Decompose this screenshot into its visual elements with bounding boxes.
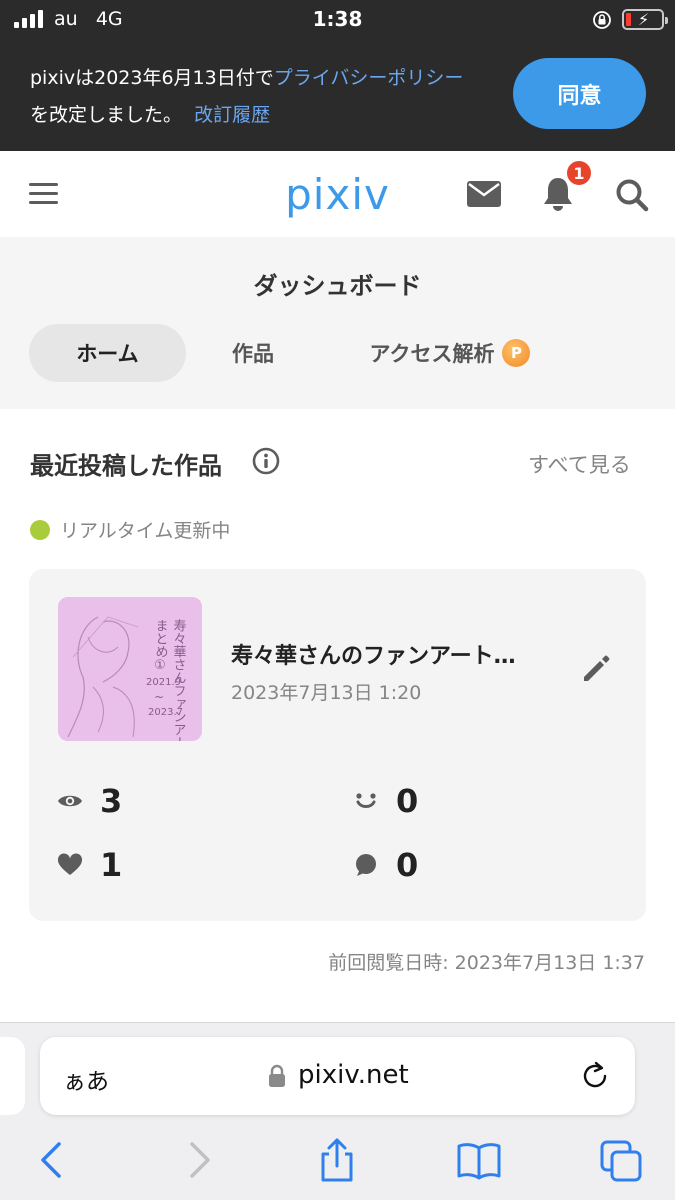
thumbnail-caption-5: 2023.7	[148, 707, 183, 718]
share-icon[interactable]	[315, 1138, 359, 1182]
back-chevron-icon[interactable]	[31, 1138, 75, 1182]
dashboard-section	[0, 237, 675, 409]
smile-icon	[356, 793, 376, 808]
comment-bubble-icon	[356, 854, 376, 876]
likes-stat: 1	[57, 846, 122, 884]
thumbnail-caption-4: ~	[154, 690, 164, 704]
eye-icon	[58, 795, 82, 807]
heart-icon	[57, 853, 83, 875]
agree-button[interactable]: 同意	[513, 58, 646, 129]
realtime-indicator: リアルタイム更新中	[30, 516, 230, 543]
realtime-dot-icon	[30, 519, 50, 540]
thumbnail-sketch: 寿々華さんファンアート まとめ① 2021.9 ~ 2023.7	[58, 597, 202, 741]
work-thumbnail[interactable]: 寿々華さんファンアート まとめ① 2021.9 ~ 2023.7	[58, 597, 202, 741]
orientation-lock-icon	[593, 11, 611, 29]
edit-pencil-icon[interactable]	[580, 653, 612, 685]
privacy-policy-link[interactable]: プライバシーポリシー	[274, 67, 464, 89]
premium-icon: P	[502, 339, 531, 367]
lock-icon	[269, 1064, 285, 1087]
notification-badge: 1	[565, 159, 593, 187]
battery-icon: ⚡	[622, 9, 668, 30]
see-all-link[interactable]: すべて見る	[528, 449, 631, 479]
comments-count: 0	[396, 846, 419, 884]
bookmarks-book-icon[interactable]	[457, 1138, 501, 1182]
search-icon[interactable]	[615, 178, 649, 212]
page-settings-button[interactable]: ぁあ	[63, 1062, 109, 1096]
clock: 1:38	[312, 7, 363, 31]
reactions-stat: 0	[353, 782, 418, 820]
last-viewed-timestamp: 前回閲覧日時: 2023年7月13日 1:37	[328, 952, 645, 974]
policy-notice-text: pixivは2023年6月13日付で	[30, 67, 274, 89]
url-text[interactable]: pixiv.net	[298, 1060, 409, 1090]
realtime-label: リアルタイム更新中	[60, 520, 231, 542]
forward-chevron-icon[interactable]	[176, 1138, 220, 1182]
reactions-count: 0	[396, 782, 419, 820]
revision-history-link[interactable]: 改訂履歴	[194, 104, 270, 126]
recent-works-title: 最近投稿した作品	[30, 452, 222, 480]
tabs-icon[interactable]	[600, 1138, 644, 1182]
thumbnail-caption-2: まとめ①	[153, 619, 168, 673]
dashboard-title: ダッシュボード	[253, 272, 422, 300]
policy-notice-text-2: を改定しました。	[30, 104, 183, 126]
thumbnail-caption-3: 2021.9	[146, 677, 181, 688]
tab-access-analytics[interactable]: アクセス解析 P	[350, 324, 550, 382]
comments-stat: 0	[353, 846, 418, 884]
work-date: 2023年7月13日 1:20	[231, 682, 422, 704]
info-icon[interactable]	[252, 447, 280, 475]
likes-count: 1	[100, 846, 123, 884]
reload-icon[interactable]	[580, 1061, 610, 1091]
status-bar: au 4G 1:38 ⚡	[0, 0, 675, 40]
views-count: 3	[100, 782, 123, 820]
tab-works[interactable]: 作品	[208, 324, 298, 382]
work-title[interactable]: 寿々華さんのファンアート…	[231, 638, 516, 670]
tab-home[interactable]: ホーム	[29, 324, 186, 382]
previous-tab-preview[interactable]	[0, 1037, 25, 1115]
views-stat: 3	[57, 782, 122, 820]
tab-access-analytics-label: アクセス解析	[369, 342, 495, 366]
policy-notice: pixivは2023年6月13日付でプライバシーポリシー を改定しました。 改訂…	[30, 60, 500, 134]
mail-icon[interactable]	[467, 181, 501, 207]
